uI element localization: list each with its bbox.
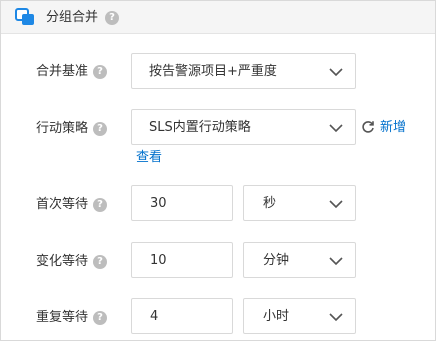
merge-basis-select[interactable]: 按告警源项目+严重度: [131, 53, 356, 89]
merge-basis-value: 按告警源项目+严重度: [149, 64, 277, 79]
first-wait-label: 首次等待 ?: [36, 196, 107, 213]
first-wait-input[interactable]: 30: [131, 185, 233, 221]
chevron-down-icon: [329, 124, 343, 133]
refresh-icon[interactable]: [361, 120, 375, 134]
question-circle-icon[interactable]: ?: [93, 310, 107, 325]
group-merge-panel: 分组合并 ? 合并基准 ? 按告警源项目+严重度 行动策略 ? SLS内置行动策…: [0, 0, 436, 341]
merge-group-icon: [15, 8, 34, 25]
add-new-link[interactable]: 新增: [380, 119, 406, 136]
question-circle-icon[interactable]: ?: [105, 11, 119, 25]
panel-title: 分组合并: [46, 10, 99, 25]
action-policy-label: 行动策略 ?: [36, 120, 107, 137]
repeat-wait-label: 重复等待 ?: [36, 309, 107, 326]
change-wait-label: 变化等待 ?: [36, 253, 107, 270]
panel-header: 分组合并 ?: [1, 1, 435, 34]
action-policy-value: SLS内置行动策略: [149, 120, 251, 135]
action-policy-select[interactable]: SLS内置行动策略: [131, 109, 356, 145]
change-wait-input[interactable]: 10: [131, 242, 233, 278]
first-wait-unit-select[interactable]: 秒: [243, 185, 356, 221]
question-circle-icon[interactable]: ?: [93, 197, 107, 212]
question-circle-icon[interactable]: ?: [93, 254, 107, 269]
chevron-down-icon: [329, 200, 343, 209]
merge-basis-label: 合并基准 ?: [36, 63, 107, 80]
question-circle-icon[interactable]: ?: [93, 64, 107, 79]
repeat-wait-unit-select[interactable]: 小时: [243, 298, 356, 334]
chevron-down-icon: [329, 68, 343, 77]
change-wait-unit-select[interactable]: 分钟: [243, 242, 356, 278]
view-link[interactable]: 查看: [136, 149, 162, 166]
repeat-wait-input[interactable]: 4: [131, 298, 233, 334]
question-circle-icon[interactable]: ?: [93, 121, 107, 136]
chevron-down-icon: [329, 257, 343, 266]
chevron-down-icon: [329, 313, 343, 322]
